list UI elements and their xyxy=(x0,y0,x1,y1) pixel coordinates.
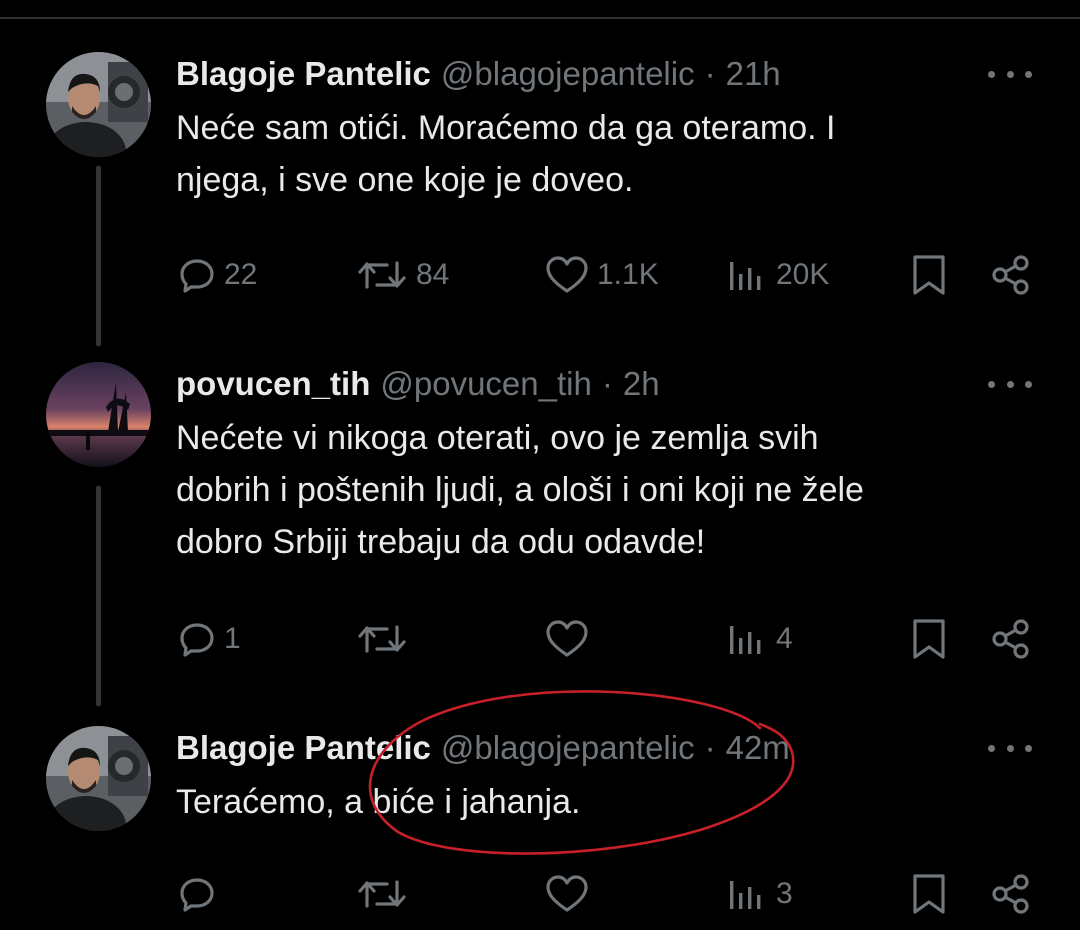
tweet-text-line: Teraćemo, a biće i jahanja. xyxy=(176,783,581,821)
reply-count: 1 xyxy=(224,622,241,655)
repost-button[interactable] xyxy=(356,869,416,919)
repost-icon xyxy=(358,625,406,653)
twitter-thread: Blagoje Pantelic @blagojepantelic · 21h … xyxy=(0,0,1080,930)
tweet-header: Blagoje Pantelic @blagojepantelic · 21h xyxy=(176,54,781,94)
tweet-text-line: njega, i sve one koje je doveo. xyxy=(176,161,634,199)
reply-count: 22 xyxy=(224,258,258,291)
views-icon xyxy=(730,262,761,290)
reply-icon xyxy=(180,623,214,657)
avatar[interactable] xyxy=(46,362,151,467)
tweet-text-line: dobrih i poštenih ljudi, a ološi i oni k… xyxy=(176,471,864,509)
bookmark-button[interactable] xyxy=(912,869,946,919)
author-handle[interactable]: @povucen_tih xyxy=(380,365,591,403)
heart-icon xyxy=(546,875,588,912)
bookmark-button[interactable] xyxy=(912,614,946,664)
author-handle[interactable]: @blagojepantelic xyxy=(441,729,695,767)
avatar[interactable] xyxy=(46,726,151,831)
author-handle[interactable]: @blagojepantelic xyxy=(441,55,695,93)
views-button[interactable]: 3 xyxy=(728,869,793,919)
action-bar: 22 84 1.1K 20K xyxy=(0,250,1080,300)
reply-button[interactable] xyxy=(178,869,224,919)
heart-icon xyxy=(546,256,588,293)
like-count: 1.1K xyxy=(597,258,659,291)
share-button[interactable] xyxy=(990,869,1032,919)
heart-icon xyxy=(546,620,588,657)
timestamp[interactable]: 2h xyxy=(623,365,660,403)
bookmark-icon xyxy=(913,619,945,659)
views-icon xyxy=(730,881,761,909)
tweet-text: Neće sam otići. Moraćemo da ga oteramo. … xyxy=(176,102,1036,206)
repost-icon xyxy=(358,261,406,289)
repost-count: 84 xyxy=(416,258,450,291)
timestamp[interactable]: 42m xyxy=(726,729,790,767)
bookmark-icon xyxy=(913,874,945,914)
views-count: 20K xyxy=(776,258,830,291)
views-count: 3 xyxy=(776,877,793,910)
share-button[interactable] xyxy=(990,250,1032,300)
reply-icon xyxy=(180,259,214,293)
share-icon xyxy=(992,255,1029,295)
author-name[interactable]: Blagoje Pantelic xyxy=(176,55,431,93)
tweet-text-line: Nećete vi nikoga oterati, ovo je zemlja … xyxy=(176,419,819,457)
action-bar: 3 xyxy=(0,869,1080,919)
views-button[interactable]: 4 xyxy=(728,614,793,664)
more-icon[interactable] xyxy=(988,738,1032,758)
repost-button[interactable] xyxy=(356,614,416,664)
separator-dot: · xyxy=(601,365,613,402)
repost-button[interactable]: 84 xyxy=(356,250,449,300)
like-button[interactable] xyxy=(545,869,597,919)
tweet-text-line: Neće sam otići. Moraćemo da ga oteramo. … xyxy=(176,109,836,147)
tweet-text: Teraćemo, a biće i jahanja. xyxy=(176,776,1036,828)
share-icon xyxy=(992,874,1029,914)
tweet-text-line: dobro Srbiji trebaju da odu odavde! xyxy=(176,523,706,561)
views-button[interactable]: 20K xyxy=(728,250,829,300)
more-icon[interactable] xyxy=(988,374,1032,394)
author-name[interactable]: Blagoje Pantelic xyxy=(176,729,431,767)
reply-button[interactable]: 22 xyxy=(178,250,257,300)
separator-dot: · xyxy=(704,55,716,92)
separator-dot: · xyxy=(704,729,716,766)
timestamp[interactable]: 21h xyxy=(726,55,781,93)
repost-icon xyxy=(358,880,406,908)
bookmark-icon xyxy=(913,255,945,295)
share-button[interactable] xyxy=(990,614,1032,664)
bookmark-button[interactable] xyxy=(912,250,946,300)
reply-icon xyxy=(180,878,214,912)
tweet-header: Blagoje Pantelic @blagojepantelic · 42m xyxy=(176,728,790,768)
more-icon[interactable] xyxy=(988,64,1032,84)
share-icon xyxy=(992,619,1029,659)
avatar[interactable] xyxy=(46,52,151,157)
reply-button[interactable]: 1 xyxy=(178,614,241,664)
author-name[interactable]: povucen_tih xyxy=(176,365,370,403)
like-button[interactable] xyxy=(545,614,597,664)
tweet-header: povucen_tih @povucen_tih · 2h xyxy=(176,364,660,404)
views-count: 4 xyxy=(776,622,793,655)
like-button[interactable]: 1.1K xyxy=(545,250,659,300)
tweet-text: Nećete vi nikoga oterati, ovo je zemlja … xyxy=(176,412,1036,568)
action-bar: 1 4 xyxy=(0,614,1080,664)
top-divider xyxy=(0,17,1080,19)
thread-line xyxy=(96,486,101,706)
views-icon xyxy=(730,626,761,654)
